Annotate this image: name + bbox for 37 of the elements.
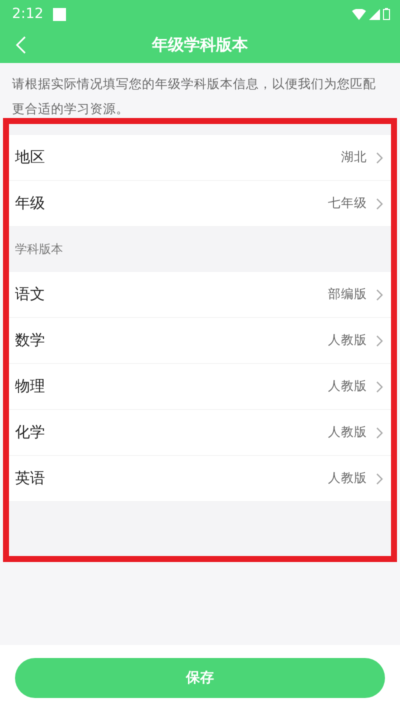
row-label: 物理 xyxy=(15,377,45,396)
row-label: 数学 xyxy=(15,331,45,350)
settings-row[interactable]: 数学 人教版 xyxy=(9,318,391,364)
notification-icon xyxy=(53,8,66,20)
row-value: 人教版 xyxy=(328,332,367,349)
row-value: 部编版 xyxy=(328,286,367,303)
settings-row[interactable]: 物理 人教版 xyxy=(9,364,391,410)
intro-text: 请根据实际情况填写您的年级学科版本信息，以便我们为您匹配更合适的学习资源。 xyxy=(11,75,377,118)
row-value: 人教版 xyxy=(328,470,367,487)
chevron-icon xyxy=(375,334,383,346)
row-label: 语文 xyxy=(15,285,45,304)
settings-row[interactable]: 年级 七年级 xyxy=(9,181,391,227)
chevron-icon xyxy=(375,380,383,392)
row-value: 湖北 xyxy=(341,149,367,166)
settings-row[interactable]: 英语 人教版 xyxy=(9,456,391,502)
row-label: 地区 xyxy=(15,148,45,167)
row-label: 化学 xyxy=(15,423,45,442)
battery-icon xyxy=(383,8,390,20)
chevron-icon xyxy=(375,288,383,300)
signal-icon xyxy=(369,8,380,20)
chevron-icon xyxy=(375,152,383,164)
settings-row[interactable]: 地区 湖北 xyxy=(9,135,391,181)
row-label: 英语 xyxy=(15,469,45,488)
chevron-icon xyxy=(375,472,383,484)
row-value: 七年级 xyxy=(328,195,367,212)
page-title: 年级学科版本 xyxy=(152,35,248,56)
back-icon xyxy=(16,36,26,54)
row-label: 年级 xyxy=(15,194,45,213)
section-label: 学科版本 xyxy=(15,241,63,258)
status-time: 2:12 xyxy=(12,6,44,22)
chevron-icon xyxy=(375,426,383,438)
row-value: 人教版 xyxy=(328,424,367,441)
row-value: 人教版 xyxy=(328,378,367,395)
settings-row[interactable]: 语文 部编版 xyxy=(9,272,391,318)
wifi-icon xyxy=(352,8,366,20)
chevron-icon xyxy=(375,198,383,210)
settings-row[interactable]: 化学 人教版 xyxy=(9,410,391,456)
